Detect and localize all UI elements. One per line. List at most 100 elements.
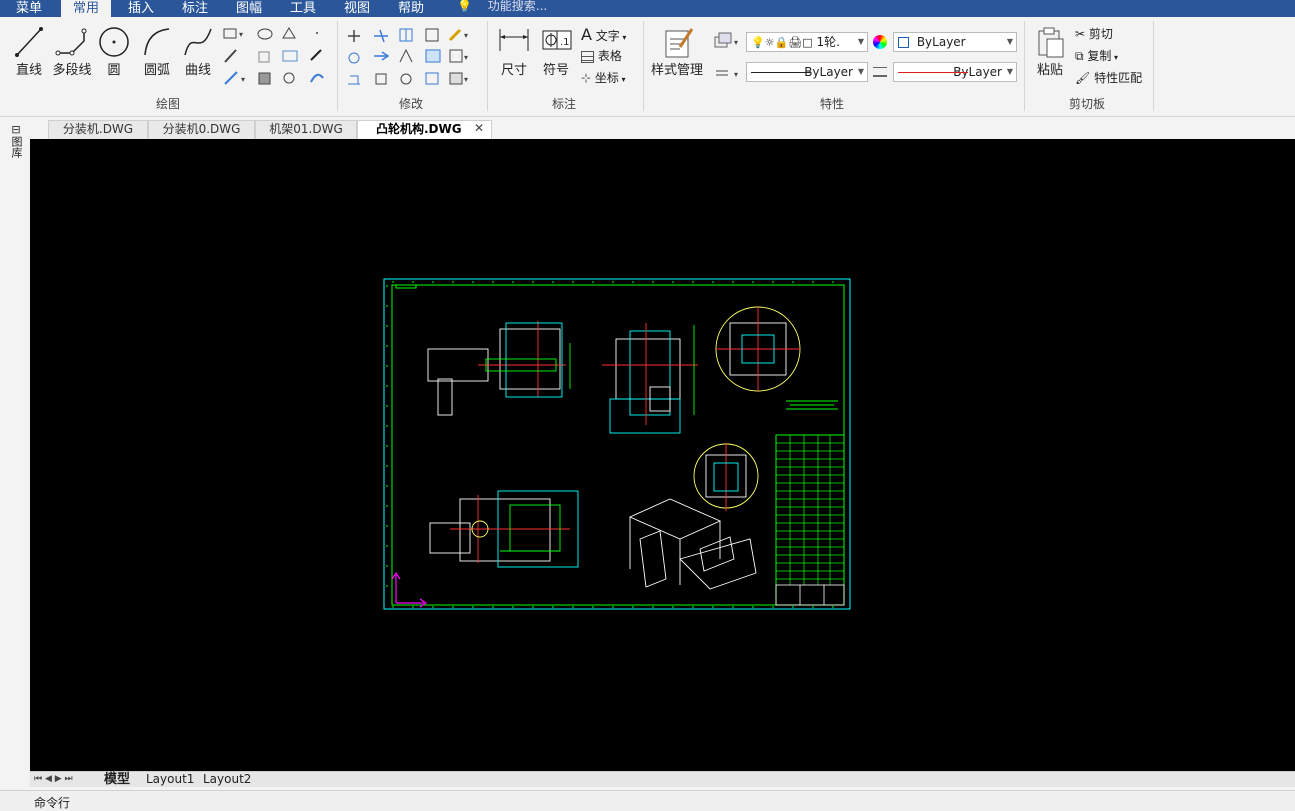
table-tool-button[interactable]: 表格 <box>581 47 637 65</box>
lineweight-preview <box>898 72 968 73</box>
symbol-tool-label: 符号 <box>542 63 569 78</box>
annotate-group-label: 标注 <box>552 97 577 111</box>
properties-group-label: 特性 <box>820 97 845 111</box>
paste-icon <box>1038 27 1064 58</box>
ribbon: 直线 多段线 圆 圆弧 曲线 ▾ ▾ 绘图 ▾ ▾ ▾ 修改 尺寸 .1 符号 … <box>0 17 1295 117</box>
divider <box>487 21 488 111</box>
menu-item-home[interactable]: 常用 <box>61 0 112 17</box>
menu-bar: 菜单 常用 插入 标注 图幅 工具 视图 帮助 💡 功能搜索... <box>0 0 1295 17</box>
curve-icon <box>184 28 212 56</box>
doc-tab[interactable]: 分装机.DWG <box>48 120 148 139</box>
divider <box>643 21 644 111</box>
library-sidebar: ⊟ 图库 <box>0 118 30 771</box>
doc-tab[interactable]: 分装机0.DWG <box>148 120 255 139</box>
table-tool-label: 表格 <box>597 49 622 63</box>
copy-button[interactable]: ⧉ 复制 ▾ <box>1075 47 1118 64</box>
tab-layout1[interactable]: Layout1 <box>146 772 194 787</box>
command-line[interactable]: 命令行 <box>0 790 1295 811</box>
symbol-tool-button[interactable]: .1 符号 <box>538 25 574 78</box>
modify-tools-icons[interactable]: ▾ ▾ ▾ <box>344 26 484 88</box>
dimension-icon <box>499 29 529 51</box>
linetype-preview <box>751 72 811 73</box>
chevron-down-icon: ▼ <box>1006 67 1013 76</box>
close-tab-icon[interactable]: ✕ <box>474 121 484 135</box>
text-tool-button[interactable]: A 文字 ▾ <box>581 25 637 44</box>
clipboard-group-label: 剪切板 <box>1069 97 1106 111</box>
menu-item-insert[interactable]: 插入 <box>128 0 154 16</box>
svg-text:▾: ▾ <box>734 70 738 79</box>
symbol-icon: .1 <box>542 30 572 50</box>
arc-icon <box>144 28 170 56</box>
drawing-canvas[interactable] <box>30 139 1295 771</box>
color-dropdown[interactable]: ByLayer ▼ <box>893 32 1017 52</box>
lineweight-dropdown[interactable]: ByLayer ▼ <box>893 62 1017 82</box>
match-properties-button[interactable]: 🖌 特性匹配 <box>1075 69 1142 86</box>
line-icon <box>15 27 43 57</box>
circle-tool-button[interactable]: 圆 <box>98 25 130 78</box>
divider <box>337 21 338 111</box>
lineweight-icon[interactable] <box>873 67 887 77</box>
layer-status-icons: 💡☼🔒🖨□ <box>751 36 813 49</box>
coord-tool-button[interactable]: ⊹ 坐标 ▾ <box>581 69 637 87</box>
style-manager-icon <box>665 28 694 58</box>
circle-icon <box>99 27 129 57</box>
function-search[interactable]: 💡 功能搜索... <box>457 0 547 14</box>
menu-item-tools[interactable]: 工具 <box>290 0 316 16</box>
linetype-dropdown[interactable]: ByLayer ▼ <box>746 62 868 82</box>
table-icon <box>581 50 594 63</box>
tab-model[interactable]: 模型 <box>104 772 130 787</box>
tab-layout2[interactable]: Layout2 <box>203 772 251 787</box>
library-panel-button[interactable]: ⊟ 图库 <box>8 124 24 161</box>
polyline-tool-label: 多段线 <box>52 63 92 78</box>
layer-name: 1轮. <box>816 35 840 49</box>
svg-text:▾: ▾ <box>241 75 245 84</box>
document-tabs: 分装机.DWG 分装机0.DWG 机架01.DWG 凸轮机构.DWG ✕ <box>30 118 1295 139</box>
divider <box>1153 21 1154 111</box>
color-wheel-icon[interactable] <box>873 35 887 49</box>
chevron-down-icon: ▼ <box>1006 37 1013 46</box>
layer-tools-icons[interactable]: ▾ ▾ <box>712 31 742 83</box>
line-tool-button[interactable]: 直线 <box>12 25 46 78</box>
doc-tab[interactable]: 机架01.DWG <box>255 120 357 139</box>
text-tool-label: 文字 <box>595 29 620 43</box>
arc-tool-button[interactable]: 圆弧 <box>140 25 174 78</box>
chevron-down-icon: ▼ <box>857 37 864 46</box>
copy-icon: ⧉ <box>1075 49 1084 63</box>
draw-group-label: 绘图 <box>156 97 181 111</box>
linetype-value: ByLayer <box>804 65 853 79</box>
svg-text:▾: ▾ <box>464 31 468 40</box>
chevron-down-icon: ▼ <box>857 67 864 76</box>
polyline-icon <box>55 28 87 56</box>
cut-label: 剪切 <box>1088 27 1113 41</box>
text-icon: A <box>581 25 592 44</box>
command-line-label: 命令行 <box>34 796 71 810</box>
library-label: 图库 <box>10 136 23 158</box>
polyline-tool-button[interactable]: 多段线 <box>51 25 93 78</box>
curve-tool-button[interactable]: 曲线 <box>181 25 215 78</box>
coordinate-icon: ⊹ <box>581 71 592 85</box>
tab-nav-arrows[interactable]: ⏮ ◀ ▶ ⏭ <box>34 772 73 787</box>
dimension-tool-button[interactable]: 尺寸 <box>496 25 532 78</box>
svg-text:.1: .1 <box>560 37 570 48</box>
menu-item-annotate[interactable]: 标注 <box>182 0 208 16</box>
svg-text:▾: ▾ <box>239 30 243 39</box>
svg-text:▾: ▾ <box>464 53 468 62</box>
draw-small-tools-icons[interactable]: ▾ ▾ <box>223 26 333 88</box>
menu-item-frame[interactable]: 图幅 <box>236 0 262 16</box>
menu-item-menu[interactable]: 菜单 <box>16 0 42 16</box>
menu-item-view[interactable]: 视图 <box>344 0 370 16</box>
doc-tab-active[interactable]: 凸轮机构.DWG <box>357 120 492 139</box>
style-manager-label: 样式管理 <box>650 63 703 78</box>
menu-item-help[interactable]: 帮助 <box>398 0 424 16</box>
copy-label: 复制 <box>1087 49 1112 63</box>
style-manager-button[interactable]: 样式管理 <box>649 25 705 78</box>
layer-dropdown[interactable]: 💡☼🔒🖨□ 1轮. ▼ <box>746 32 868 52</box>
cad-drawing <box>383 278 851 610</box>
dimension-tool-label: 尺寸 <box>500 63 527 78</box>
circle-tool-label: 圆 <box>107 63 121 78</box>
cut-button[interactable]: ✂ 剪切 <box>1075 25 1113 42</box>
svg-text:▾: ▾ <box>464 75 468 84</box>
paste-button[interactable]: 粘贴 <box>1032 25 1068 78</box>
color-value: ByLayer <box>916 35 966 49</box>
svg-text:▾: ▾ <box>734 38 738 47</box>
